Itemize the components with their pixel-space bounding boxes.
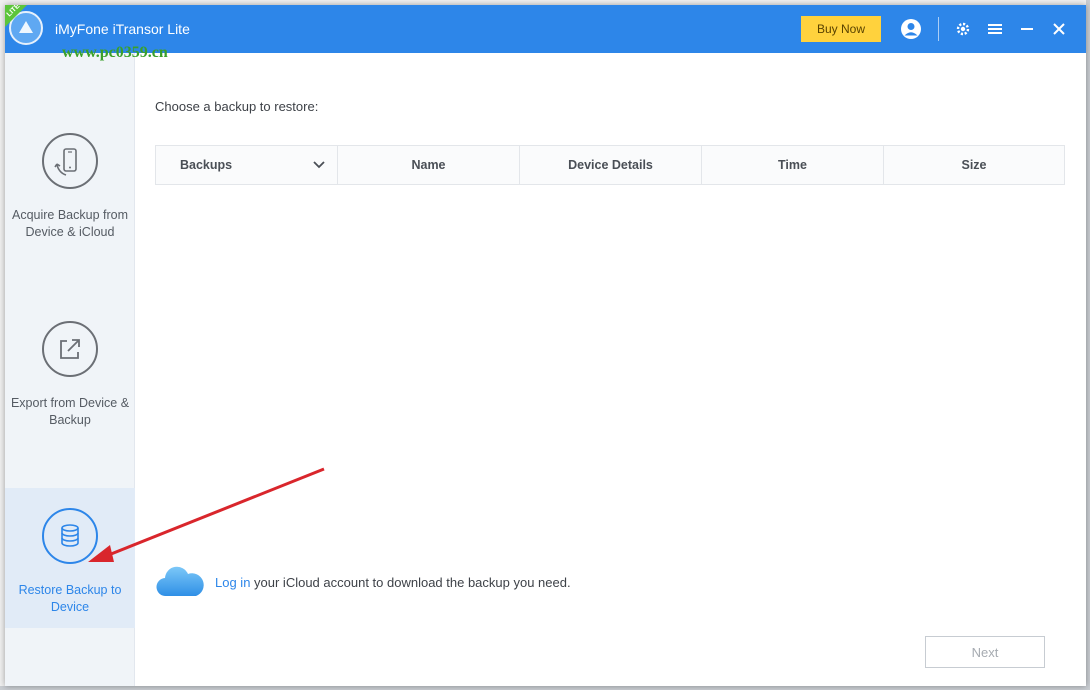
sidebar-item-export[interactable]: Export from Device & Backup — [5, 321, 135, 429]
chevron-down-icon — [313, 158, 325, 172]
app-title: iMyFone iTransor Lite — [55, 21, 190, 37]
backup-table-header: Backups Name Device Details Time Size — [155, 145, 1065, 185]
column-header[interactable]: Name — [338, 146, 520, 184]
icloud-icon — [155, 565, 205, 599]
column-header[interactable]: Device Details — [520, 146, 702, 184]
sidebar-item-restore-backup[interactable]: Restore Backup to Device — [5, 488, 135, 628]
icloud-login-text: your iCloud account to download the back… — [250, 575, 571, 590]
buy-now-button[interactable]: Buy Now — [801, 16, 881, 42]
icloud-login-message: Log in your iCloud account to download t… — [215, 575, 571, 590]
database-icon — [42, 508, 98, 564]
close-icon[interactable] — [1047, 17, 1071, 41]
desktop-edge-right — [1086, 0, 1090, 690]
column-header: Backups — [180, 158, 233, 172]
restore-prompt: Choose a backup to restore: — [155, 99, 319, 114]
column-backups-dropdown[interactable]: Backups — [156, 146, 338, 184]
minimize-icon[interactable] — [1015, 17, 1039, 41]
phone-cycle-icon — [42, 133, 98, 189]
sidebar-item-label: Restore Backup to Device — [18, 583, 122, 614]
desktop-edge-bottom — [0, 686, 1090, 690]
export-icon — [42, 321, 98, 377]
next-button[interactable]: Next — [925, 636, 1045, 668]
titlebar-separator — [938, 17, 939, 41]
icloud-login-link[interactable]: Log in — [215, 575, 250, 590]
column-header[interactable]: Size — [884, 146, 1064, 184]
column-header[interactable]: Time — [702, 146, 884, 184]
sidebar-item-label: Export from Device & Backup — [10, 396, 130, 427]
gear-icon[interactable] — [951, 17, 975, 41]
app-window: LITE iMyFone iTransor Lite Buy Now Acqui… — [5, 5, 1086, 686]
menu-icon[interactable] — [983, 17, 1007, 41]
sidebar: Acquire Backup from Device & iCloud Expo… — [5, 53, 135, 686]
sidebar-item-label: Acquire Backup from Device & iCloud — [11, 208, 129, 239]
sidebar-item-acquire-backup[interactable]: Acquire Backup from Device & iCloud — [5, 133, 135, 241]
account-icon[interactable] — [899, 17, 923, 41]
watermark-text: www.pc0359.cn — [62, 44, 168, 61]
